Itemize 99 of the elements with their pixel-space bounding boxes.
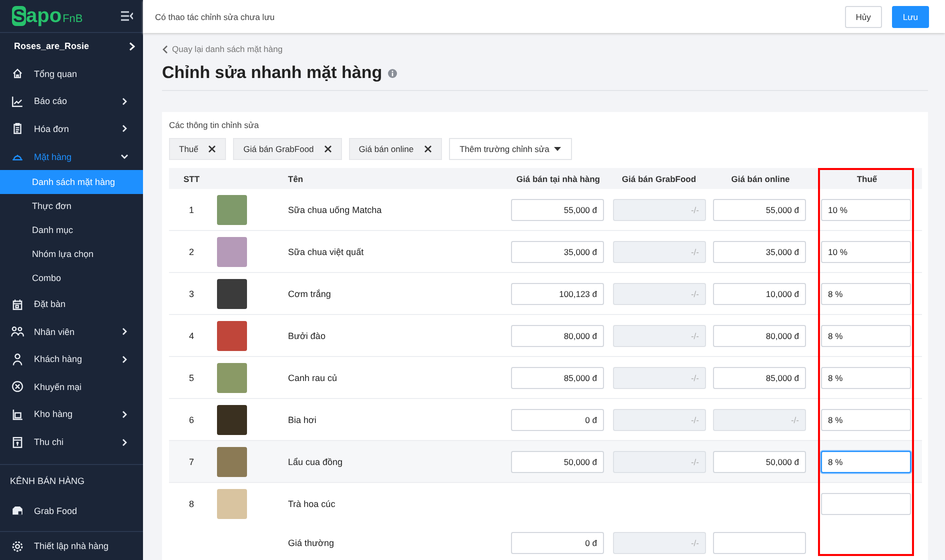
settings-icon <box>11 540 24 553</box>
row-number: 6 <box>188 414 195 424</box>
photo-placeholder <box>217 320 247 350</box>
row-number: 3 <box>188 288 195 298</box>
column-header: Giá bán tại nhà hàng <box>515 174 601 184</box>
price-field[interactable]: 0 đ <box>511 532 604 554</box>
tax-field[interactable]: 8 % <box>821 282 911 304</box>
collapse-menu-icon[interactable] <box>121 10 133 21</box>
row-number: 1 <box>188 204 195 214</box>
price-field[interactable]: 50,000 đ <box>511 450 604 472</box>
sidebar-item[interactable]: Báo cáo <box>0 88 143 116</box>
sidebar-item[interactable]: Khuyến mại <box>0 373 143 401</box>
submenu-item[interactable]: Nhóm lựa chọn <box>0 242 143 266</box>
column-header: Giá bán GrabFood <box>620 174 698 184</box>
photo-placeholder <box>217 446 247 476</box>
tax-field[interactable]: 10 % <box>821 198 911 220</box>
sidebar-item[interactable]: Grab Food <box>0 496 143 524</box>
menu-item-icon <box>11 380 24 394</box>
price-field[interactable]: 55,000 đ <box>511 198 604 220</box>
price-field[interactable]: 10,000 đ <box>713 282 806 304</box>
sidebar-item[interactable]: Hóa đơn <box>0 115 143 143</box>
section-caption: Các thông tin chỉnh sửa <box>169 120 260 132</box>
sidebar-item[interactable]: Đặt bàn <box>0 290 143 318</box>
price-field[interactable]: 55,000 đ <box>713 198 806 220</box>
price-field[interactable]: 35,000 đ <box>511 240 604 262</box>
field-chip: Giá bán GrabFood <box>233 138 342 160</box>
cancel-button[interactable]: Hủy <box>844 6 882 28</box>
info-icon[interactable] <box>388 68 398 78</box>
page-title: Chỉnh sửa nhanh mặt hàng <box>162 62 382 84</box>
submenu-item[interactable]: Thực đơn <box>0 194 143 218</box>
row-number: 8 <box>188 498 195 508</box>
item-name: Bia hơi <box>287 414 318 424</box>
column-header: Giá bán online <box>730 174 791 184</box>
price-field[interactable]: 35,000 đ <box>713 240 806 262</box>
chevron-right-icon <box>129 42 135 51</box>
tax-field[interactable] <box>821 492 911 514</box>
submenu-item[interactable]: Combo <box>0 266 143 290</box>
caret-icon <box>554 147 562 151</box>
row-number: 2 <box>188 246 195 256</box>
price-field[interactable]: 50,000 đ <box>713 450 806 472</box>
close-icon[interactable] <box>424 145 432 153</box>
sidebar-item[interactable]: Mặt hàng <box>0 142 143 170</box>
sidebar-item[interactable]: Kho hàng <box>0 400 143 428</box>
tax-field[interactable]: 8 % <box>821 408 911 430</box>
sidebar-item[interactable]: Tổng quan <box>0 60 143 88</box>
menu-item-icon <box>11 408 24 421</box>
photo-placeholder <box>217 194 247 224</box>
item-name: Trà hoa cúc <box>287 498 336 508</box>
item-name: Sữa chua uống Matcha <box>287 204 383 214</box>
photo-placeholder <box>217 488 247 518</box>
chevron-left-icon <box>162 44 168 54</box>
tax-field[interactable]: 8 % <box>821 450 911 472</box>
add-field-dropdown[interactable]: Thêm trường chỉnh sửa <box>448 138 572 160</box>
photo-placeholder <box>217 362 247 392</box>
sidebar-item[interactable]: Khách hàng <box>0 346 143 374</box>
price-field[interactable]: 80,000 đ <box>511 324 604 346</box>
item-name: Giá thường <box>287 538 335 548</box>
sidebar-item[interactable]: Nhân viên <box>0 318 143 346</box>
unsaved-message: Có thao tác chỉnh sửa chưa lưu <box>155 12 275 22</box>
close-icon[interactable] <box>208 145 216 153</box>
photo-placeholder <box>217 404 247 434</box>
item-name: Canh rau củ <box>287 372 338 382</box>
menu-item-icon <box>11 122 24 136</box>
menu-item-icon <box>11 325 24 338</box>
tax-field[interactable]: 8 % <box>821 324 911 346</box>
item-name: Bưởi đào <box>287 330 326 340</box>
item-name: Sữa chua việt quất <box>287 246 365 256</box>
price-field[interactable]: 80,000 đ <box>713 324 806 346</box>
tax-field[interactable]: 10 % <box>821 240 911 262</box>
store-icon <box>11 504 24 518</box>
column-header: STT <box>182 174 201 184</box>
price-field[interactable]: 0 đ <box>511 408 604 430</box>
menu-item-icon <box>11 352 24 366</box>
column-header: Tên <box>287 174 304 184</box>
price-field[interactable]: 85,000 đ <box>511 366 604 388</box>
price-field[interactable]: 100,123 đ <box>511 282 604 304</box>
price-field[interactable]: 85,000 đ <box>713 366 806 388</box>
item-name: Cơm trắng <box>287 288 332 298</box>
logo: Sapo FnB <box>12 6 83 26</box>
tax-field[interactable]: 8 % <box>821 366 911 388</box>
sidebar-item[interactable]: Thu chi <box>0 428 143 456</box>
row-number: 5 <box>188 372 195 382</box>
row-number: 7 <box>188 456 195 466</box>
field-chip: Giá bán online <box>348 138 442 160</box>
account-selector[interactable]: Roses_are_Rosie <box>0 32 143 60</box>
row-number: 4 <box>188 330 195 340</box>
price-field[interactable] <box>713 532 806 554</box>
submenu-item[interactable]: Danh mục <box>0 218 143 242</box>
menu-item-icon <box>11 436 24 449</box>
close-icon[interactable] <box>324 145 332 153</box>
back-link[interactable]: Quay lại danh sách mặt hàng <box>162 42 928 56</box>
menu-item-icon <box>11 67 24 80</box>
photo-placeholder <box>217 236 247 266</box>
menu-item-icon <box>11 94 24 108</box>
column-header: Thuế <box>856 174 878 184</box>
menu-item-icon <box>11 298 24 311</box>
photo-placeholder <box>217 278 247 308</box>
field-chip: Thuế <box>169 138 226 160</box>
item-name: Lẩu cua đồng <box>287 456 344 466</box>
